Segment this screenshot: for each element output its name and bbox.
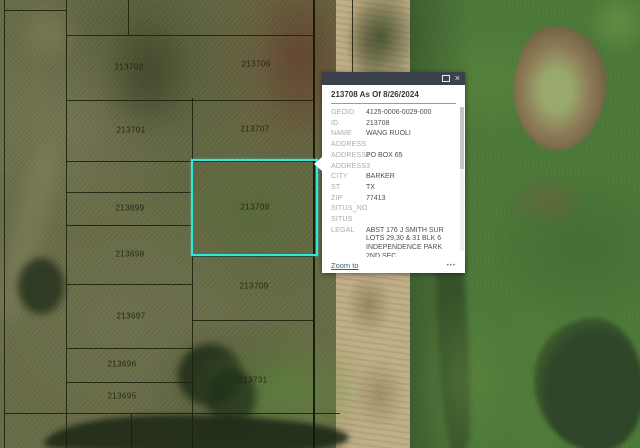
- parcel-label: 213695: [107, 392, 136, 401]
- parcel-line: [66, 225, 192, 226]
- field-label: GEOID: [331, 109, 366, 118]
- parcel-label: 213706: [241, 60, 270, 69]
- map-canvas[interactable]: 213702 213701 213699 213698 213697 213696 2136…: [0, 0, 640, 448]
- popup-scrollbar-thumb[interactable]: [460, 107, 464, 169]
- popup-footer: Zoom to •••: [322, 258, 465, 273]
- popup-title: 213708 As Of 8/26/2024: [331, 85, 456, 104]
- parcel-label: 213702: [114, 63, 143, 72]
- trees-bottom-band: [44, 415, 349, 448]
- parcel-line: [66, 348, 192, 349]
- field-row: STTX: [331, 184, 456, 193]
- parcel-label: 213699: [115, 204, 144, 213]
- popup-titlebar: ×: [322, 72, 465, 85]
- field-label: NAME: [331, 130, 366, 139]
- parcel-label: 213709: [239, 282, 268, 291]
- field-value: [366, 163, 456, 172]
- selected-parcel-highlight[interactable]: [191, 159, 318, 256]
- field-value: 77413: [366, 195, 456, 204]
- parcel-label: 213731: [238, 376, 267, 385]
- more-options-button[interactable]: •••: [447, 263, 456, 269]
- field-label: ST: [331, 184, 366, 193]
- parcel-line: [4, 413, 340, 414]
- field-value: BARKER: [366, 173, 456, 182]
- field-row: NAMEWANG RUOLI: [331, 130, 456, 139]
- field-row: SITUS: [331, 216, 456, 225]
- popup-content: GEOID4125-0006-0029-000ID213708NAMEWANG …: [322, 104, 465, 257]
- field-value: PO BOX 65: [366, 152, 456, 161]
- parcel-line: [66, 0, 67, 448]
- parcel-line: [66, 192, 192, 193]
- popup-field-list: GEOID4125-0006-0029-000ID213708NAMEWANG …: [331, 109, 456, 257]
- parcel-line: [4, 10, 66, 11]
- map-trail: [0, 139, 66, 326]
- field-row: ADDRESS3: [331, 163, 456, 172]
- field-value: ABST 176 J SMITH SUR LOTS 29,30 & 31 BLK…: [366, 227, 456, 257]
- parcel-line: [66, 284, 192, 285]
- field-row: ID213708: [331, 120, 456, 129]
- field-row: SITUS_NO: [331, 205, 456, 214]
- popup-scrollbar[interactable]: [460, 107, 464, 251]
- parcel-line: [4, 0, 5, 448]
- field-label: LEGAL: [331, 227, 366, 257]
- field-label: ZIP: [331, 195, 366, 204]
- parcel-label: 213696: [107, 360, 136, 369]
- field-row: GEOID4125-0006-0029-000: [331, 109, 456, 118]
- field-label: ADDRESS3: [331, 163, 366, 172]
- field-row: ADDRESS: [331, 141, 456, 150]
- parcel-line: [192, 256, 313, 257]
- parcel-label: 213698: [115, 250, 144, 259]
- parcel-label: 213701: [116, 126, 145, 135]
- parcel-line: [128, 0, 129, 35]
- field-row: ZIP77413: [331, 195, 456, 204]
- parcel-line: [131, 413, 132, 448]
- field-row: ADDRESS2PO BOX 65: [331, 152, 456, 161]
- field-value: [366, 141, 456, 150]
- parcel-line: [192, 98, 193, 448]
- field-row: CITYBARKER: [331, 173, 456, 182]
- map-tint: [100, 15, 195, 140]
- field-value: WANG RUOLI: [366, 130, 456, 139]
- field-label: ADDRESS: [331, 141, 366, 150]
- zoom-to-link[interactable]: Zoom to: [331, 261, 359, 270]
- field-label: SITUS: [331, 216, 366, 225]
- field-value: [366, 205, 456, 214]
- field-value: 4125-0006-0029-000: [366, 109, 456, 118]
- parcel-line: [66, 382, 192, 383]
- parcel-line: [66, 35, 313, 36]
- field-row: LEGALABST 176 J SMITH SUR LOTS 29,30 & 3…: [331, 227, 456, 257]
- field-label: ADDRESS2: [331, 152, 366, 161]
- tree-clump: [18, 258, 64, 314]
- parcel-line: [192, 320, 313, 321]
- dock-icon[interactable]: [442, 75, 450, 82]
- parcel-label: 213707: [240, 125, 269, 134]
- field-value: [366, 216, 456, 225]
- tree-clump: [178, 344, 242, 406]
- field-label: ID: [331, 120, 366, 129]
- close-icon[interactable]: ×: [455, 74, 460, 83]
- grass-patch: [192, 332, 357, 448]
- parcel-info-popup: × 213708 As Of 8/26/2024 GEOID4125-0006-…: [322, 72, 465, 273]
- parcel-label: 213697: [116, 312, 145, 321]
- field-label: SITUS_NO: [331, 205, 366, 214]
- field-label: CITY: [331, 173, 366, 182]
- popup-callout-tail: [314, 157, 322, 171]
- parcel-line: [66, 100, 313, 101]
- field-value: 213708: [366, 120, 456, 129]
- field-value: TX: [366, 184, 456, 193]
